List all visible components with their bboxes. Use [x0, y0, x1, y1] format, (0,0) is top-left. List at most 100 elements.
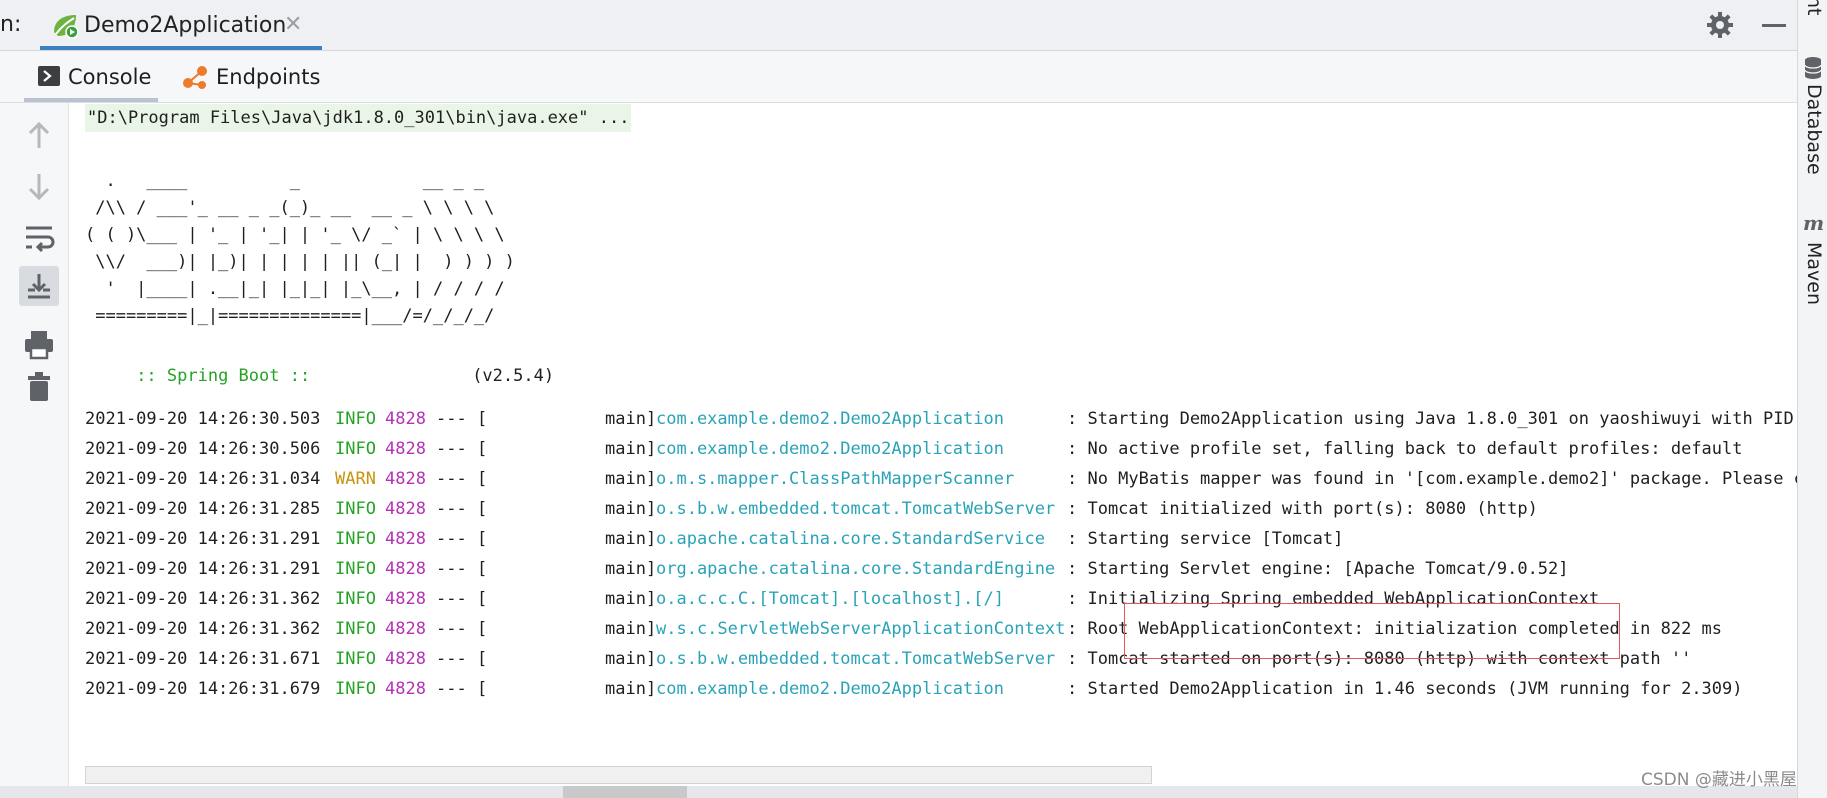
tab-console[interactable]: Console — [24, 51, 158, 102]
scroll-to-end-icon — [28, 274, 50, 299]
log-pid: 4828 — [385, 619, 426, 639]
log-timestamp: 2021-09-20 14:26:31.285 — [85, 499, 321, 519]
log-separator: --- [ — [436, 589, 488, 609]
log-level: INFO — [335, 529, 376, 549]
log-thread: main] — [605, 529, 657, 549]
log-logger-link[interactable]: w.s.c.ServletWebServerApplicationContext — [656, 614, 1065, 644]
log-timestamp: 2021-09-20 14:26:31.362 — [85, 619, 321, 639]
tab-endpoints-label: Endpoints — [216, 65, 321, 89]
log-separator: --- [ — [436, 469, 488, 489]
log-separator: --- [ — [436, 679, 488, 699]
minimize-icon[interactable] — [1762, 24, 1786, 27]
right-strip-fragment: nt — [1803, 0, 1825, 16]
database-icon — [1804, 57, 1822, 79]
log-pid: 4828 — [385, 529, 426, 549]
log-pid: 4828 — [385, 649, 426, 669]
log-level: INFO — [335, 679, 376, 699]
run-label-fragment: n: — [0, 12, 22, 37]
bottom-scroll-thumb[interactable] — [563, 786, 687, 798]
print-icon[interactable] — [19, 324, 59, 364]
log-pid: 4828 — [385, 559, 426, 579]
down-arrow-icon[interactable] — [19, 166, 59, 206]
log-level: INFO — [335, 649, 376, 669]
log-logger-link[interactable]: o.apache.catalina.core.StandardService — [656, 524, 1045, 554]
banner-line: . ____ _ __ _ _ — [85, 171, 485, 191]
log-thread: main] — [605, 619, 657, 639]
log-timestamp: 2021-09-20 14:26:31.034 — [85, 469, 321, 489]
log-separator: --- [ — [436, 499, 488, 519]
trash-icon[interactable] — [19, 367, 59, 407]
log-logger-link[interactable]: o.a.c.c.C.[Tomcat].[localhost].[/] — [656, 584, 1004, 614]
gear-icon[interactable] — [1706, 11, 1734, 39]
banner-line: ( ( )\___ | '_ | '_| | '_ \/ _` | \ \ \ … — [85, 225, 505, 245]
log-level: INFO — [335, 409, 376, 429]
run-tab-demo2application[interactable]: Demo2Application ✕ — [40, 0, 322, 50]
log-level: INFO — [335, 499, 376, 519]
log-separator: --- [ — [436, 619, 488, 639]
console-tab-bar: Console Endpoints — [0, 51, 1797, 103]
log-timestamp: 2021-09-20 14:26:31.362 — [85, 589, 321, 609]
log-separator: --- [ — [436, 559, 488, 579]
log-message: : No active profile set, falling back to… — [1067, 439, 1743, 459]
maven-label: Maven — [1803, 242, 1825, 306]
log-thread: main] — [605, 589, 657, 609]
log-thread: main] — [605, 469, 657, 489]
spring-boot-run-icon — [54, 15, 79, 39]
log-pid: 4828 — [385, 679, 426, 699]
database-tool-button[interactable]: Database — [1798, 50, 1827, 178]
log-message: : Started Demo2Application in 1.46 secon… — [1067, 679, 1743, 699]
log-timestamp: 2021-09-20 14:26:31.671 — [85, 649, 321, 669]
tab-console-label: Console — [68, 65, 152, 89]
log-logger-link[interactable]: org.apache.catalina.core.StandardEngine — [656, 554, 1055, 584]
log-logger-link[interactable]: com.example.demo2.Demo2Application — [656, 434, 1004, 464]
console-output[interactable]: "D:\Program Files\Java\jdk1.8.0_301\bin\… — [69, 103, 1797, 775]
scroll-to-end-button[interactable] — [19, 266, 59, 306]
log-logger-link[interactable]: o.s.b.w.embedded.tomcat.TomcatWebServer — [656, 494, 1055, 524]
tab-endpoints[interactable]: Endpoints — [176, 51, 326, 102]
status-strip — [0, 786, 1797, 798]
console-icon — [38, 66, 60, 86]
log-pid: 4828 — [385, 439, 426, 459]
endpoints-icon — [183, 66, 207, 89]
log-thread: main] — [605, 649, 657, 669]
highlight-annotation-box — [1124, 603, 1620, 659]
right-tool-strip: nt Database m Maven — [1797, 0, 1827, 798]
log-logger-link[interactable]: com.example.demo2.Demo2Application — [656, 674, 1004, 704]
log-thread: main] — [605, 499, 657, 519]
close-icon[interactable]: ✕ — [284, 12, 302, 37]
log-level: INFO — [335, 559, 376, 579]
log-separator: --- [ — [436, 649, 488, 669]
log-timestamp: 2021-09-20 14:26:31.291 — [85, 529, 321, 549]
log-level: INFO — [335, 589, 376, 609]
banner-line: \\/ ___)| |_)| | | | | || (_| | ) ) ) ) — [85, 252, 515, 272]
log-logger-link[interactable]: o.s.b.w.embedded.tomcat.TomcatWebServer — [656, 644, 1055, 674]
active-subtab-indicator — [24, 98, 158, 102]
log-level: INFO — [335, 439, 376, 459]
soft-wrap-icon[interactable] — [19, 217, 59, 257]
active-tab-indicator — [40, 46, 322, 50]
maven-tool-button[interactable]: m Maven — [1798, 206, 1827, 310]
run-tool-window-header: n: Demo2Application ✕ — [0, 0, 1797, 51]
log-separator: --- [ — [436, 529, 488, 549]
banner-line: /\\ / ___'_ __ _ _(_)_ __ __ _ \ \ \ \ — [85, 198, 495, 218]
log-thread: main] — [605, 409, 657, 429]
log-logger-link[interactable]: o.m.s.mapper.ClassPathMapperScanner — [656, 464, 1014, 494]
log-level: INFO — [335, 619, 376, 639]
banner-line: ' |____| .__|_| |_|_| |_\__, | / / / / — [85, 279, 505, 299]
watermark-text: CSDN @藏进小黑屋 — [1641, 770, 1797, 790]
log-message: : No MyBatis mapper was found in '[com.e… — [1067, 469, 1797, 489]
log-separator: --- [ — [436, 439, 488, 459]
up-arrow-icon[interactable] — [19, 116, 59, 156]
spring-boot-label: :: Spring Boot :: — [125, 366, 311, 386]
log-message: : Tomcat initialized with port(s): 8080 … — [1067, 499, 1538, 519]
banner-line: =========|_|==============|___/=/_/_/_/ — [85, 306, 495, 326]
horizontal-scrollbar[interactable] — [85, 766, 1152, 784]
java-command-line: "D:\Program Files\Java\jdk1.8.0_301\bin\… — [85, 104, 632, 132]
log-logger-link[interactable]: com.example.demo2.Demo2Application — [656, 404, 1004, 434]
spring-boot-version-line: :: Spring Boot :: (v2.5.4) — [85, 346, 554, 406]
log-message: : Starting Servlet engine: [Apache Tomca… — [1067, 559, 1569, 579]
maven-icon: m — [1803, 212, 1823, 235]
log-pid: 4828 — [385, 499, 426, 519]
log-message: : Starting Demo2Application using Java 1… — [1067, 409, 1797, 429]
log-pid: 4828 — [385, 589, 426, 609]
